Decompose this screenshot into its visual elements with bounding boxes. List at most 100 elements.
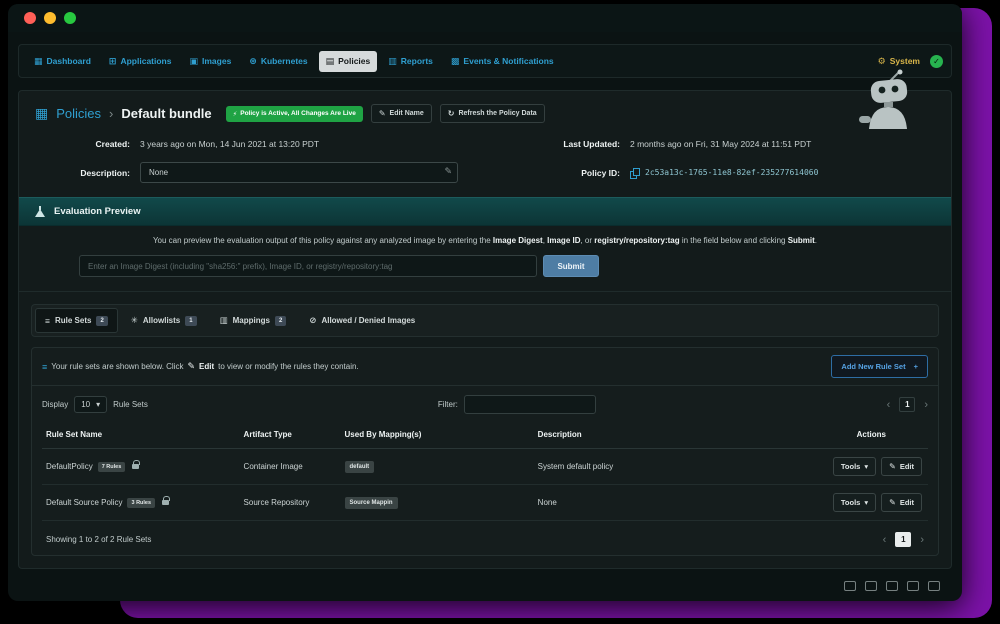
nav-item-applications[interactable]: ⊞ Applications [102, 51, 179, 72]
images-icon: ▣ [189, 56, 198, 67]
window-titlebar [8, 4, 962, 32]
pagination-page-1[interactable]: 1 [899, 397, 915, 412]
table-row: Default Source Policy 3 Rules Source Rep… [42, 485, 928, 521]
nav-item-images[interactable]: ▣ Images [182, 51, 238, 72]
evaluation-instructions: You can preview the evaluation output of… [35, 236, 935, 245]
pagination-prev-icon[interactable]: ‹ [887, 399, 891, 411]
applications-icon: ⊞ [109, 56, 117, 67]
pagination-next-icon[interactable]: › [924, 399, 928, 411]
submit-button[interactable]: Submit [543, 255, 599, 277]
caret-down-icon: ▾ [96, 400, 100, 409]
table-footer: Showing 1 to 2 of 2 Rule Sets ‹ 1 › [42, 521, 928, 551]
nav-label: Dashboard [47, 56, 91, 66]
reports-icon: ▥ [388, 56, 397, 67]
pencil-icon: ✎ [889, 462, 896, 471]
add-new-rule-set-button[interactable]: Add New Rule Set + [831, 355, 928, 378]
mapping-badge: Source Mappin [345, 497, 398, 509]
add-button-label: Add New Rule Set [841, 362, 905, 371]
nav-item-kubernetes[interactable]: ⊛ Kubernetes [242, 51, 314, 72]
rule-set-name-cell: Default Source Policy 3 Rules [46, 498, 244, 508]
edit-description-icon[interactable]: ✎ [444, 166, 452, 177]
footer-social-icon[interactable] [928, 581, 940, 591]
policy-meta: Created: 3 years ago on Mon, 14 Jun 2021… [19, 131, 951, 187]
tools-label: Tools [841, 498, 860, 507]
filter-input[interactable] [464, 395, 596, 414]
nav-label: Applications [120, 56, 171, 66]
footer-links [844, 581, 940, 591]
instr-text: You can preview the evaluation output of… [153, 236, 493, 245]
system-health-badge[interactable]: ✓ [930, 55, 943, 68]
zoom-window-button[interactable] [64, 12, 76, 24]
nav-item-policies[interactable]: ▤ Policies [319, 51, 378, 72]
table-row: DefaultPolicy 7 Rules Container Image de… [42, 449, 928, 485]
policies-folder-icon: ▦ [35, 105, 48, 122]
tools-dropdown-button[interactable]: Tools ▾ [833, 457, 876, 476]
tab-count-badge: 2 [96, 316, 107, 326]
edit-name-label: Edit Name [390, 110, 424, 117]
breadcrumb-separator-icon: › [109, 106, 113, 121]
edit-name-button[interactable]: ✎ Edit Name [371, 104, 432, 123]
tab-label: Mappings [233, 316, 270, 325]
description-label: Description: [35, 168, 140, 178]
footer-social-icon[interactable] [844, 581, 856, 591]
showing-summary: Showing 1 to 2 of 2 Rule Sets [46, 535, 151, 544]
tab-label: Allowed / Denied Images [321, 316, 415, 325]
tools-dropdown-button[interactable]: Tools ▾ [833, 493, 876, 512]
nav-label: System [890, 56, 920, 66]
instr-text: . [815, 236, 817, 245]
policy-bundle-card: ▦ Policies › Default bundle ⚡ Policy is … [18, 90, 952, 569]
tab-count-badge: 2 [275, 316, 286, 326]
allowlists-icon: ✳ [131, 315, 138, 326]
robot-mascot-illustration [847, 69, 925, 136]
description-input[interactable] [140, 162, 458, 183]
minimize-window-button[interactable] [44, 12, 56, 24]
copy-icon[interactable] [630, 168, 639, 178]
tab-label: Allowlists [143, 316, 180, 325]
image-digest-input[interactable] [79, 255, 537, 277]
instr-bold-image-id: Image ID [547, 236, 580, 245]
rule-sets-note-row: ≡ Your rule sets are shown below. Click … [32, 348, 938, 386]
pagination-next-icon[interactable]: › [920, 534, 924, 546]
rule-sets-panel: ≡ Your rule sets are shown below. Click … [31, 347, 939, 556]
tab-allowlists[interactable]: ✳ Allowlists 1 [121, 308, 207, 333]
tab-allowed-denied-images[interactable]: ⊘ Allowed / Denied Images [299, 308, 425, 333]
display-group: Display 10 ▾ Rule Sets [42, 396, 148, 413]
flask-icon [35, 206, 45, 217]
pagination-prev-icon[interactable]: ‹ [883, 534, 887, 546]
display-suffix: Rule Sets [113, 400, 148, 409]
edit-rule-set-button[interactable]: ✎ Edit [881, 493, 922, 512]
breadcrumb-policies-link[interactable]: Policies [56, 106, 101, 121]
close-window-button[interactable] [24, 12, 36, 24]
edit-rule-set-button[interactable]: ✎ Edit [881, 457, 922, 476]
filter-label: Filter: [438, 400, 458, 409]
pagination-page-1[interactable]: 1 [895, 532, 911, 547]
bottom-pagination: ‹ 1 › [883, 532, 924, 547]
table-header-row: Rule Set Name Artifact Type Used By Mapp… [42, 421, 928, 449]
last-updated-label: Last Updated: [512, 139, 630, 149]
nav-item-events-notifications[interactable]: ▩ Events & Notifications [444, 51, 561, 72]
nav-item-system[interactable]: ⚙ System [878, 56, 920, 67]
tab-rule-sets[interactable]: ≡ Rule Sets 2 [35, 308, 118, 333]
caret-down-icon: ▾ [864, 498, 868, 507]
description-cell: System default policy [538, 462, 819, 471]
created-label: Created: [35, 139, 140, 149]
footer-social-icon[interactable] [865, 581, 877, 591]
rule-set-name-cell: DefaultPolicy 7 Rules [46, 462, 244, 472]
col-used-by-mappings: Used By Mapping(s) [345, 430, 538, 439]
footer-social-icon[interactable] [907, 581, 919, 591]
policy-id-group: 2c53a13c-1765-11e8-82ef-235277614060 [630, 168, 818, 178]
rule-sets-table: Rule Set Name Artifact Type Used By Mapp… [32, 421, 938, 555]
caret-down-icon: ▾ [864, 462, 868, 471]
policy-id-value: 2c53a13c-1765-11e8-82ef-235277614060 [645, 168, 818, 177]
page-size-value: 10 [81, 400, 90, 409]
refresh-policy-button[interactable]: ↻ Refresh the Policy Data [440, 104, 545, 123]
nav-item-dashboard[interactable]: ▦ Dashboard [27, 51, 98, 72]
nav-item-reports[interactable]: ▥ Reports [381, 51, 440, 72]
tab-mappings[interactable]: ▥ Mappings 2 [210, 308, 297, 333]
page-size-select[interactable]: 10 ▾ [74, 396, 107, 413]
mappings-cell: Source Mappin [345, 497, 538, 509]
mapping-badge: default [345, 461, 375, 473]
rule-sets-note: ≡ Your rule sets are shown below. Click … [42, 361, 359, 372]
note-text: Your rule sets are shown below. Click [51, 362, 183, 371]
footer-social-icon[interactable] [886, 581, 898, 591]
